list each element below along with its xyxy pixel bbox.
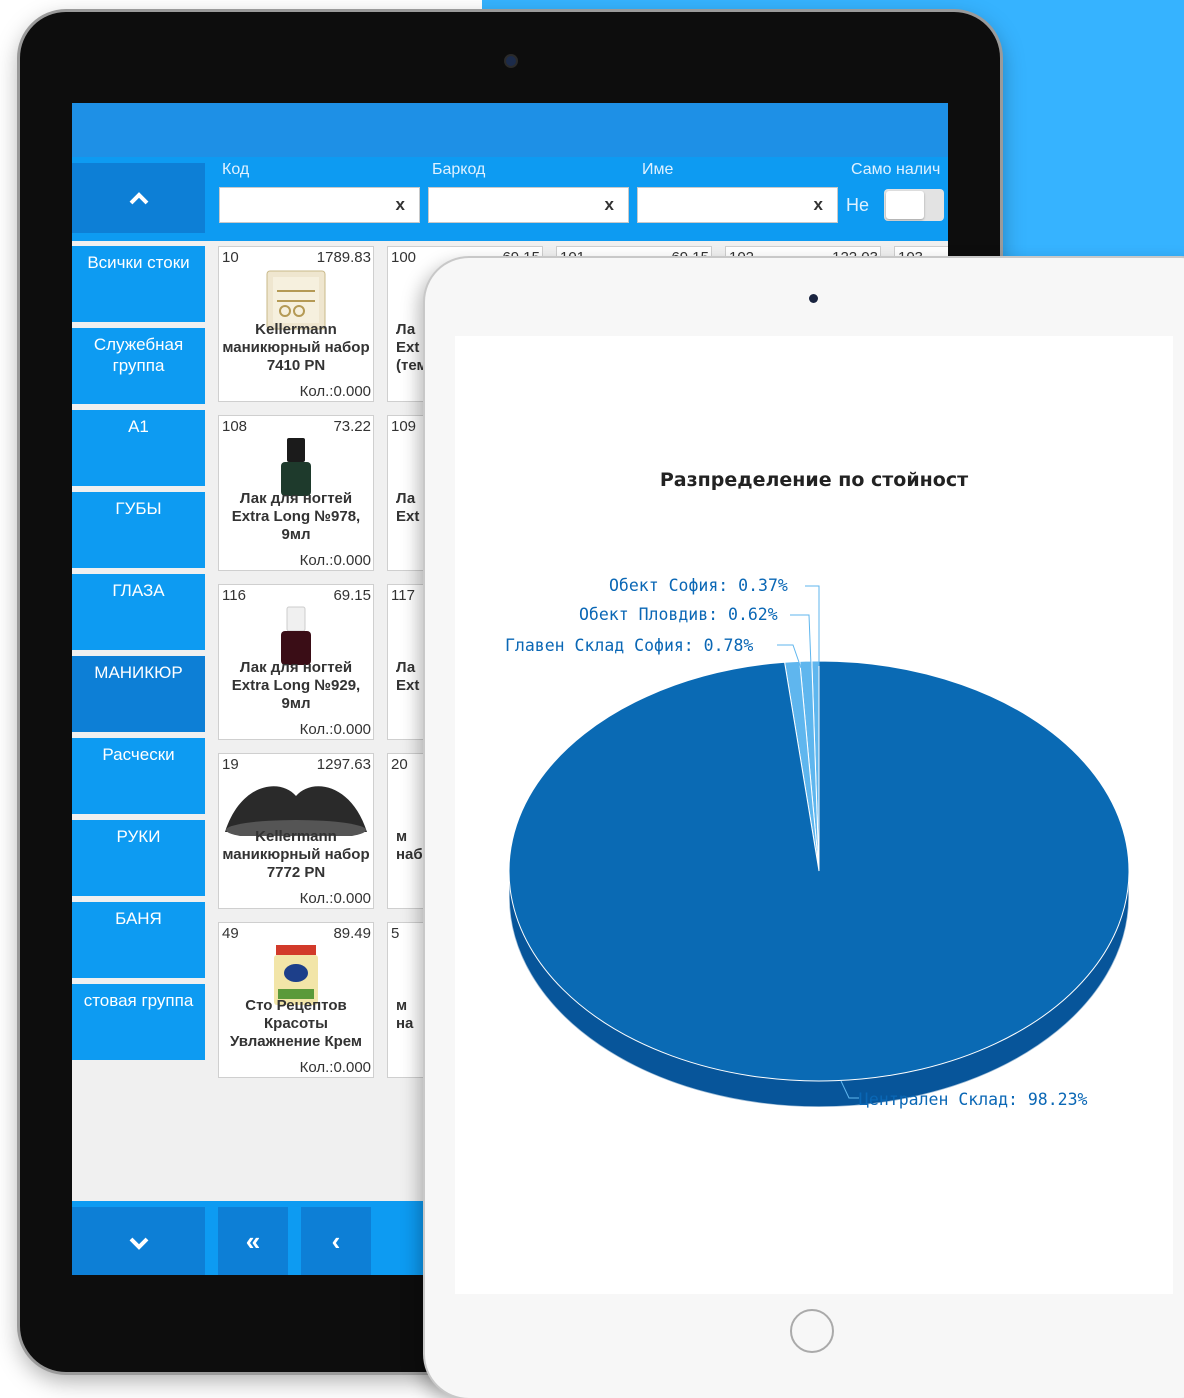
code-filter-input[interactable]: x — [219, 187, 420, 223]
pie-slice — [508, 660, 1130, 1082]
product-code: 19 — [222, 756, 239, 773]
front-camera — [809, 294, 818, 303]
product-qty: Кол.:0.000 — [299, 552, 371, 569]
barcode-filter-label: Баркод — [432, 161, 486, 178]
category-all-goods[interactable]: Всички стоки — [72, 246, 205, 322]
product-qty: Кол.:0.000 — [299, 890, 371, 907]
in-stock-toggle-value: Не — [846, 195, 870, 215]
product-code: 116 — [222, 587, 246, 604]
chevron-up-icon — [129, 192, 148, 205]
first-page-button[interactable]: « — [218, 1207, 288, 1275]
pie-label-central-warehouse: Централен Склад: 98.23% — [859, 1090, 1088, 1109]
product-qty: Кол.:0.000 — [299, 383, 371, 400]
product-name: Сто Рецептов Красоты Увлажнение Крем — [229, 997, 363, 1050]
pie-label-sofia-site: Обект София: 0.37% — [609, 576, 788, 595]
clear-barcode-button[interactable]: x — [605, 195, 614, 215]
product-price: 73.22 — [333, 418, 371, 435]
in-stock-toggle[interactable] — [884, 189, 944, 221]
in-stock-filter-label: Само налич — [851, 161, 941, 178]
product-card[interactable]: 10 1789.83 Kellermann маникюрный набор 7… — [218, 246, 374, 402]
pie-label-main-warehouse-sofia: Главен Склад София: 0.78% — [505, 636, 754, 655]
product-name: Kellermann маникюрный набор 7772 PN — [222, 828, 370, 881]
product-card[interactable]: 116 69.15 Лак для ногтей Extra Long №929… — [218, 584, 374, 740]
pie-label-plovdiv-site: Обект Пловдив: 0.62% — [579, 605, 778, 624]
product-qty: Кол.:0.000 — [299, 1059, 371, 1076]
name-filter-label: Име — [642, 161, 674, 178]
clear-code-button[interactable]: x — [396, 195, 405, 215]
toggle-knob — [886, 191, 924, 219]
category-a1[interactable]: А1 — [72, 410, 205, 486]
category-bath[interactable]: БАНЯ — [72, 902, 205, 978]
front-camera — [506, 56, 516, 66]
category-manicure[interactable]: МАНИКЮР — [72, 656, 205, 732]
report-screen: Разпределение по стойност Обект София: 0… — [455, 336, 1173, 1294]
category-test-group[interactable]: стовая группа — [72, 984, 205, 1060]
category-hands[interactable]: РУКИ — [72, 820, 205, 896]
category-lips[interactable]: ГУБЫ — [72, 492, 205, 568]
product-name: Ла Ext — [396, 659, 420, 694]
manicure-case-image — [225, 786, 367, 836]
name-filter-input[interactable]: x — [637, 187, 838, 223]
product-code: 49 — [222, 925, 239, 942]
product-code: 5 — [391, 925, 400, 942]
pie-chart — [508, 585, 1130, 1108]
product-price: 89.49 — [333, 925, 371, 942]
product-name: м наб — [396, 828, 423, 863]
category-eyes[interactable]: ГЛАЗА — [72, 574, 205, 650]
category-scroll-up-button[interactable] — [72, 163, 205, 233]
pie-leader-line — [790, 614, 812, 667]
app-top-bar — [72, 103, 948, 157]
product-qty: Кол.:0.000 — [299, 721, 371, 738]
product-name: Ла Ext (тем — [396, 321, 428, 374]
chevron-down-icon — [129, 1237, 148, 1250]
product-code: 20 — [391, 756, 408, 773]
home-button[interactable] — [790, 1309, 834, 1353]
product-name: Лак для ногтей Extra Long №929, 9мл — [231, 659, 361, 712]
product-code: 109 — [391, 418, 417, 435]
product-code: 10 — [222, 249, 239, 266]
product-code: 100 — [391, 249, 417, 266]
category-combs[interactable]: Расчески — [72, 738, 205, 814]
prev-page-button[interactable]: ‹ — [301, 1207, 371, 1275]
product-price: 69.15 — [333, 587, 371, 604]
product-code: 117 — [391, 587, 415, 604]
product-card[interactable]: 108 73.22 Лак для ногтей Extra Long №978… — [218, 415, 374, 571]
product-code: 108 — [222, 418, 248, 435]
product-card[interactable]: 19 1297.63 Kellermann маникюрный набор 7… — [218, 753, 374, 909]
product-price: 1789.83 — [316, 249, 371, 266]
barcode-filter-input[interactable]: x — [428, 187, 629, 223]
product-name: м на — [396, 997, 414, 1032]
product-card[interactable]: 49 89.49 Сто Рецептов Красоты Увлажнение… — [218, 922, 374, 1078]
product-name: Kellermann маникюрный набор 7410 PN — [222, 321, 370, 374]
clear-name-button[interactable]: x — [814, 195, 823, 215]
product-price: 1297.63 — [316, 756, 371, 773]
code-filter-label: Код — [222, 161, 250, 178]
category-scroll-down-button[interactable] — [72, 1207, 205, 1275]
product-name: Ла Ext — [396, 490, 420, 525]
category-service-group[interactable]: Служебная группа — [72, 328, 205, 404]
product-name: Лак для ногтей Extra Long №978, 9мл — [231, 490, 361, 543]
pie-leader-line — [805, 585, 820, 666]
